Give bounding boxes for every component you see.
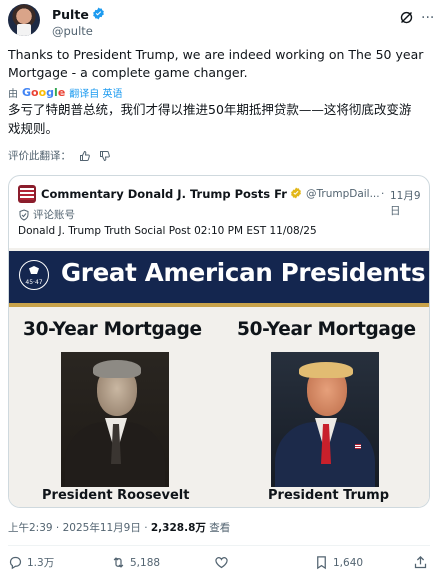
quote-author-name[interactable]: Commentary Donald J. Trump Posts From T.…	[41, 187, 287, 201]
translation-attribution: 由 Google 翻译自 英语	[8, 85, 122, 100]
gold-verified-badge-icon	[291, 187, 301, 199]
post-text-line: Mortgage - a complete game changer.	[8, 65, 248, 80]
post-text-line: Thanks to President Trump, we are indeed…	[8, 47, 424, 62]
quoted-post[interactable]: Commentary Donald J. Trump Posts From T.…	[8, 175, 430, 508]
views-count: 2,328.8万	[150, 522, 206, 534]
translated-text: 多亏了特朗普总统，我们才得以推进50年期抵押贷款——这将彻底改变游 戏规则。	[8, 100, 428, 138]
banner-stripe	[9, 303, 429, 307]
reply-count: 1.3万	[27, 557, 55, 569]
post-timestamp[interactable]: 上午2:39 · 2025年11月9日 ·	[8, 522, 151, 534]
like-button[interactable]	[214, 555, 233, 570]
share-icon	[414, 555, 427, 569]
action-bar: 1.3万 5,188 1,640	[8, 555, 430, 575]
right-caption: President Trump	[268, 488, 390, 503]
right-heading: 50-Year Mortgage	[237, 319, 416, 340]
post-text: Thanks to President Trump, we are indeed…	[8, 46, 428, 82]
repost-icon	[113, 557, 124, 568]
quote-avatar[interactable]	[18, 185, 36, 203]
grok-icon[interactable]	[399, 10, 414, 25]
views-label: 查看	[205, 522, 231, 534]
trump-portrait	[271, 352, 379, 487]
bookmark-count: 1,640	[333, 556, 364, 569]
bookmark-button[interactable]: 1,640	[314, 555, 363, 570]
image-banner-title: Great American Presidents	[61, 258, 426, 287]
quote-date[interactable]: 11月9日	[390, 188, 429, 218]
post-header: Pulte @pulte ···	[8, 4, 434, 40]
author-handle[interactable]: @pulte	[52, 24, 93, 38]
share-button[interactable]	[413, 555, 428, 570]
post-meta: 上午2:39 · 2025年11月9日 · 2,328.8万 查看	[8, 520, 230, 535]
translated-text-line: 戏规则。	[8, 121, 59, 136]
translate-language-link[interactable]: 翻译自 英语	[69, 85, 122, 100]
roosevelt-portrait	[61, 352, 169, 487]
quote-image[interactable]: 45·47 Great American Presidents 30-Year …	[9, 248, 429, 507]
bookmark-icon	[317, 556, 326, 570]
presidential-seal-icon: 45·47	[19, 260, 49, 290]
repost-button[interactable]: 5,188	[111, 555, 160, 570]
avatar[interactable]	[8, 4, 40, 36]
left-heading: 30-Year Mortgage	[23, 319, 202, 340]
divider	[8, 545, 430, 546]
account-label-icon	[19, 208, 29, 221]
author-name[interactable]: Pulte	[52, 7, 89, 22]
quote-separator: ·	[381, 188, 385, 200]
reply-icon	[9, 556, 22, 570]
rate-translation-label: 评价此翻译：	[8, 150, 71, 162]
like-icon	[215, 557, 228, 569]
translated-text-line: 多亏了特朗普总统，我们才得以推进50年期抵押贷款——这将彻底改变游	[8, 102, 412, 117]
quote-account-label: 评论账号	[18, 207, 75, 222]
image-banner: 45·47 Great American Presidents	[9, 251, 429, 303]
quote-text: Donald J. Trump Truth Social Post 02:10 …	[18, 225, 317, 237]
quote-author-handle[interactable]: @TrumpDail...	[306, 188, 380, 200]
thumbs-up-icon[interactable]	[79, 150, 91, 162]
more-icon[interactable]: ···	[421, 10, 434, 26]
quote-account-label-text: 评论账号	[33, 209, 75, 221]
left-caption: President Roosevelt	[42, 488, 190, 503]
thumbs-down-icon[interactable]	[99, 150, 111, 162]
verified-badge-icon	[93, 7, 104, 20]
translate-prefix: 由	[8, 89, 18, 100]
reply-button[interactable]: 1.3万	[8, 555, 54, 570]
rate-translation: 评价此翻译：	[8, 148, 111, 163]
google-logo: Google	[22, 86, 66, 99]
repost-count: 5,188	[130, 556, 161, 569]
